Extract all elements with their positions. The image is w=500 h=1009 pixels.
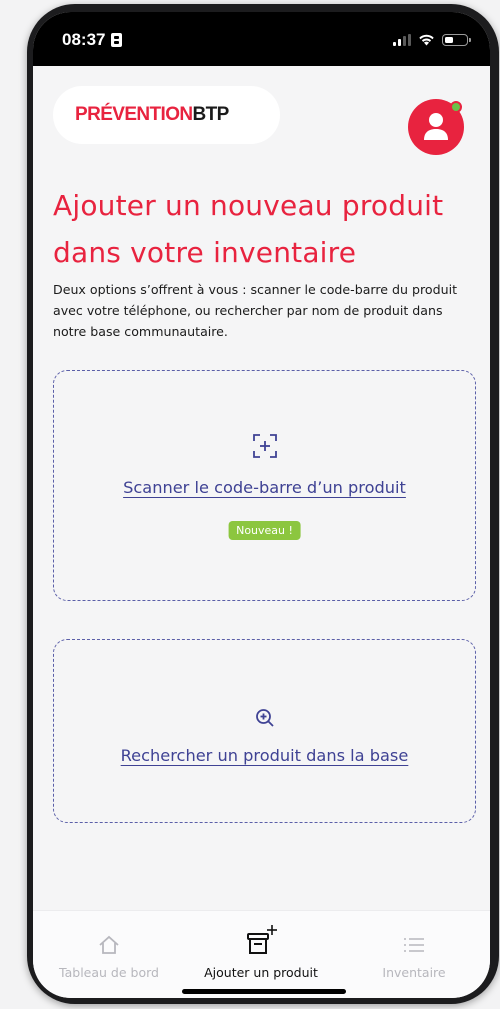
logo-text-btp: BTP: [192, 104, 230, 125]
search-product-card[interactable]: Rechercher un produit dans la base: [53, 639, 476, 823]
battery-icon: [442, 34, 471, 46]
brand-logo: PRÉVENTION BTP: [53, 86, 280, 144]
cellular-signal-icon: [393, 34, 411, 46]
profile-avatar-button[interactable]: [408, 99, 464, 155]
tab-add-product[interactable]: Ajouter un produit: [185, 911, 337, 998]
app-screen: 08:37 PRÉVENTION BTP Ajouter un nouveau p…: [33, 12, 490, 998]
status-time: 08:37: [62, 30, 123, 50]
tab-dashboard-label: Tableau de bord: [59, 965, 159, 980]
list-icon: [404, 938, 424, 952]
sim-card-icon: [111, 33, 123, 47]
wifi-icon: [419, 34, 434, 46]
tab-add-product-label: Ajouter un produit: [204, 965, 318, 980]
home-indicator[interactable]: [182, 989, 346, 994]
zoom-in-icon: [255, 709, 274, 727]
add-box-icon: [247, 925, 277, 954]
page-title: Ajouter un nouveau produit dans votre in…: [53, 189, 444, 269]
user-icon: [424, 113, 448, 140]
status-time-text: 08:37: [62, 30, 106, 49]
search-product-link[interactable]: Rechercher un produit dans la base: [54, 746, 475, 765]
tab-inventory[interactable]: Inventaire: [338, 911, 490, 998]
scan-barcode-card[interactable]: Scanner le code-barre d’un produit Nouve…: [53, 370, 476, 601]
tab-dashboard[interactable]: Tableau de bord: [33, 911, 185, 998]
home-icon: [99, 935, 119, 954]
tab-inventory-label: Inventaire: [382, 965, 446, 980]
page-description: Deux options s’offrent à vous : scanner …: [53, 282, 458, 339]
online-indicator: [450, 101, 462, 113]
barcode-scan-icon: [252, 434, 277, 458]
logo-text-prevention: PRÉVENTION: [75, 104, 193, 125]
new-badge: Nouveau !: [228, 521, 301, 540]
bottom-tab-bar: Tableau de bord Ajouter un produit Inven…: [33, 910, 490, 998]
scan-barcode-link[interactable]: Scanner le code-barre d’un produit: [54, 478, 475, 497]
status-icons: [393, 34, 471, 46]
status-bar: 08:37: [33, 12, 490, 66]
